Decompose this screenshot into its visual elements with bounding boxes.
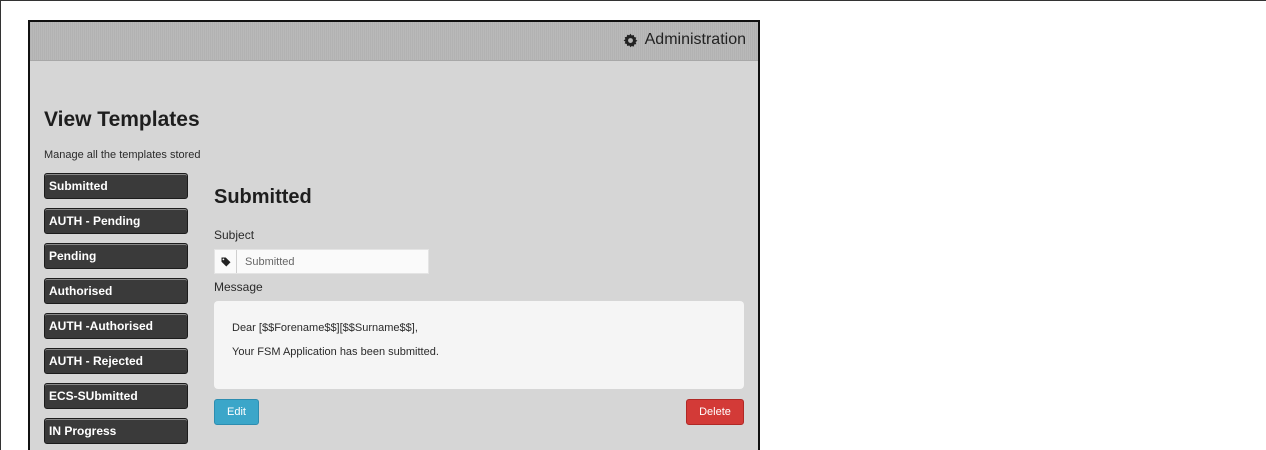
subject-field	[214, 249, 429, 274]
app-window: Administration View Templates Manage all…	[28, 20, 760, 450]
template-list: Submitted AUTH - Pending Pending Authori…	[44, 173, 188, 444]
administration-menu[interactable]: Administration	[623, 31, 746, 49]
subject-label: Subject	[214, 228, 255, 242]
template-item-in-progress[interactable]: IN Progress	[44, 418, 188, 444]
template-item-auth-pending[interactable]: AUTH - Pending	[44, 208, 188, 234]
message-line: Dear [$$Forename$$][$$Surname$$],	[232, 322, 418, 334]
administration-label: Administration	[644, 31, 746, 48]
template-title: Submitted	[214, 186, 312, 208]
edit-button[interactable]: Edit	[214, 399, 259, 425]
message-body: Dear [$$Forename$$][$$Surname$$], Your F…	[214, 301, 744, 389]
template-item-ecs-submitted[interactable]: ECS-SUbmitted	[44, 383, 188, 409]
gear-icon	[623, 33, 638, 47]
message-line: Your FSM Application has been submitted.	[232, 346, 439, 358]
template-item-authorised[interactable]: Authorised	[44, 278, 188, 304]
tag-icon	[215, 250, 237, 273]
subject-input[interactable]	[237, 254, 427, 269]
page-subtitle: Manage all the templates stored	[44, 149, 201, 161]
template-item-auth-rejected[interactable]: AUTH - Rejected	[44, 348, 188, 374]
top-bar: Administration	[30, 22, 758, 61]
template-item-submitted[interactable]: Submitted	[44, 173, 188, 199]
template-item-pending[interactable]: Pending	[44, 243, 188, 269]
page-title: View Templates	[44, 108, 200, 131]
delete-button[interactable]: Delete	[686, 399, 744, 425]
message-label: Message	[214, 280, 263, 294]
template-item-auth-authorised[interactable]: AUTH -Authorised	[44, 313, 188, 339]
